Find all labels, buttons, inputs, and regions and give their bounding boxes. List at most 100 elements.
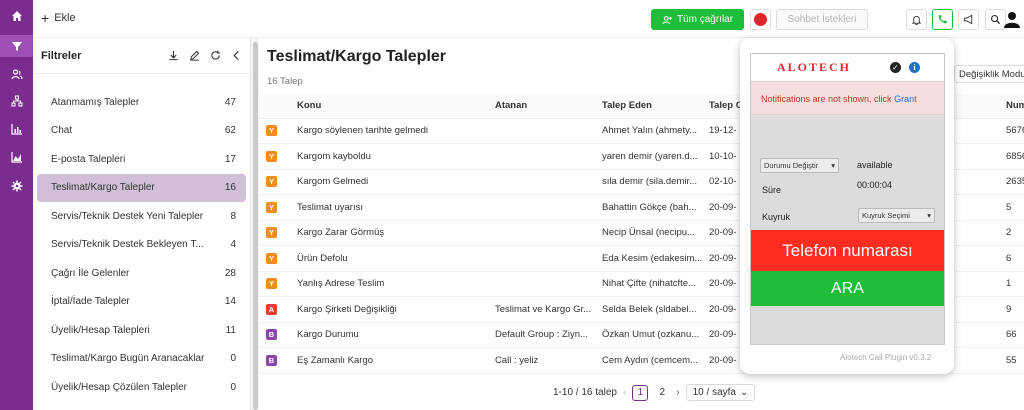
cell-assignee — [495, 143, 602, 170]
phone-icon — [938, 14, 948, 24]
priority-badge: Y — [266, 278, 277, 290]
cell-number: 1 — [1006, 271, 1024, 297]
chat-requests-button[interactable]: Sohbet İstekleri — [776, 9, 868, 30]
filters-scrollbar[interactable] — [253, 42, 258, 410]
queue-select[interactable]: Kuyruk Seçimi ▾ — [858, 208, 935, 223]
page-size-select[interactable]: 10 / sayfa ⌄ — [685, 384, 756, 401]
filter-item[interactable]: Servis/Teknik Destek Yeni Talepler 8 — [37, 202, 246, 231]
prev-page-icon[interactable]: ‹ — [623, 387, 626, 398]
filter-item-active[interactable]: Teslimat/Kargo Talepler 16 — [37, 173, 246, 202]
priority-badge: Y — [266, 252, 277, 264]
grant-link[interactable]: Grant — [894, 94, 917, 104]
cell-subject: Kargom Gelmedi — [297, 169, 495, 195]
cell-subject: Kargom kayboldu — [297, 143, 495, 170]
collapse-chevron-icon[interactable] — [231, 50, 242, 61]
cell-requester: Necip Ünsal (necipu... — [602, 220, 709, 246]
filter-item[interactable]: Üyelik/Hesap Çözülen Talepler 0 — [37, 373, 246, 402]
priority-badge: Y — [266, 176, 277, 188]
filter-item[interactable]: Çağrı İle Gelenler 28 — [37, 259, 246, 288]
users-icon[interactable] — [0, 63, 33, 85]
column-subject[interactable]: Konu — [297, 94, 495, 119]
duration-label: Süre — [762, 185, 782, 195]
filter-icon[interactable] — [0, 35, 33, 57]
priority-badge: B — [266, 354, 277, 366]
status-value: available — [857, 160, 893, 170]
pagination: 1-10 / 16 talep ‹ 1 2 › 10 / sayfa ⌄ — [553, 384, 756, 401]
bar-chart-icon[interactable] — [0, 118, 33, 140]
change-mode-button[interactable]: Değişiklik Modu — [954, 65, 1024, 83]
cell-requester: Nihat Çifte (nihatcfte... — [602, 271, 709, 297]
plus-icon: + — [41, 9, 50, 26]
cell-number: 5 — [1006, 194, 1024, 221]
search-icon — [990, 14, 1001, 25]
status-select[interactable]: Durumu Değiştir ▾ — [760, 158, 839, 173]
next-page-icon[interactable]: › — [676, 387, 679, 398]
cell-subject: Ürün Defolu — [297, 245, 495, 272]
area-chart-icon[interactable] — [0, 146, 33, 168]
check-circle-icon[interactable]: ✓ — [890, 62, 901, 73]
filter-item[interactable]: İptal/İade Talepler 14 — [37, 288, 246, 317]
home-icon[interactable] — [0, 5, 33, 27]
filter-item[interactable]: Atanmamış Talepler 47 — [37, 88, 246, 117]
cell-requester: yaren demir (yaren.d... — [602, 143, 709, 170]
filters-header: Filtreler — [33, 38, 250, 74]
column-number[interactable]: Numarası — [1006, 94, 1024, 119]
page-1-button[interactable]: 1 — [632, 384, 649, 401]
cell-assignee — [495, 169, 602, 195]
ticket-count: 16 Talep — [267, 76, 303, 87]
user-avatar-icon[interactable] — [1003, 10, 1021, 28]
filter-item[interactable]: Teslimat/Kargo Bugün Aranacaklar 0 — [37, 345, 246, 374]
user-plus-icon — [662, 15, 672, 24]
filters-title: Filtreler — [41, 49, 82, 62]
phone-number-input[interactable]: Telefon numarası — [751, 230, 944, 271]
top-bar: + Ekle — [33, 0, 1024, 38]
chat-status-button[interactable] — [750, 9, 771, 30]
cell-requester: Eda Kesim (edakesim... — [602, 245, 709, 272]
download-icon[interactable] — [168, 50, 179, 61]
all-calls-button[interactable]: Tüm çağrılar — [651, 9, 744, 30]
call-button[interactable]: ARA — [751, 271, 944, 306]
cell-subject: Yanlış Adrese Teslim — [297, 271, 495, 297]
pagination-total: 1-10 / 16 talep — [553, 387, 617, 398]
column-requester[interactable]: Talep Eden — [602, 94, 709, 119]
cell-number: 68563251 — [1006, 143, 1024, 170]
filter-item[interactable]: Chat 62 — [37, 117, 246, 146]
cell-number: 2 — [1006, 220, 1024, 246]
add-button[interactable]: + Ekle — [41, 9, 76, 26]
cell-number: 2635252 — [1006, 169, 1024, 195]
edit-icon[interactable] — [189, 50, 200, 61]
cell-requester: Bahattin Gökçe (bah... — [602, 194, 709, 221]
announcement-button[interactable] — [958, 9, 979, 30]
plugin-version: Alotech Call Plugin v0.3.2 — [840, 353, 932, 362]
filters-panel: Filtreler Atanmamış Talepler 47 Chat 62 E-… — [33, 38, 251, 410]
cell-assignee: Default Group : Ziyn... — [495, 322, 602, 348]
cell-subject: Kargo Durumu — [297, 322, 495, 348]
info-icon[interactable]: i — [909, 62, 920, 73]
filter-item[interactable]: Servis/Teknik Destek Bekleyen T... 4 — [37, 231, 246, 260]
cell-requester: Selda Belek (sldabel... — [602, 296, 709, 323]
chevron-down-icon: ▾ — [831, 161, 835, 170]
priority-badge: Y — [266, 227, 277, 239]
all-calls-label: Tüm çağrılar — [676, 14, 734, 25]
cell-assignee: Call : yeliz — [495, 347, 602, 374]
org-chart-icon[interactable] — [0, 90, 33, 112]
page-2-button[interactable]: 2 — [654, 385, 670, 401]
refresh-icon[interactable] — [210, 50, 221, 61]
phone-button[interactable] — [932, 9, 953, 30]
cell-number: 9 — [1006, 296, 1024, 323]
cell-subject: Kargo söylenen tarihte gelmedi — [297, 118, 495, 144]
chat-bubble-icon — [754, 13, 767, 26]
column-assignee[interactable]: Atanan — [495, 94, 602, 119]
cell-assignee: Teslimat ve Kargo Gr... — [495, 296, 602, 323]
notification-bell-button[interactable] — [906, 9, 927, 30]
filter-item[interactable]: E-posta Talepleri 17 — [37, 145, 246, 174]
cell-requester: Özkan Umut (ozkanu... — [602, 322, 709, 348]
bell-icon — [911, 15, 922, 25]
settings-gear-icon[interactable] — [0, 175, 33, 197]
cell-subject: Kargo Zarar Görmüş — [297, 220, 495, 246]
cell-assignee — [495, 271, 602, 297]
cell-subject: Kargo Şirketi Değişikliği — [297, 296, 495, 323]
page-title: Teslimat/Kargo Talepler — [267, 48, 447, 65]
filter-item[interactable]: Üyelik/Hesap Talepleri 11 — [37, 316, 246, 345]
cell-number: 56767657 — [1006, 118, 1024, 144]
